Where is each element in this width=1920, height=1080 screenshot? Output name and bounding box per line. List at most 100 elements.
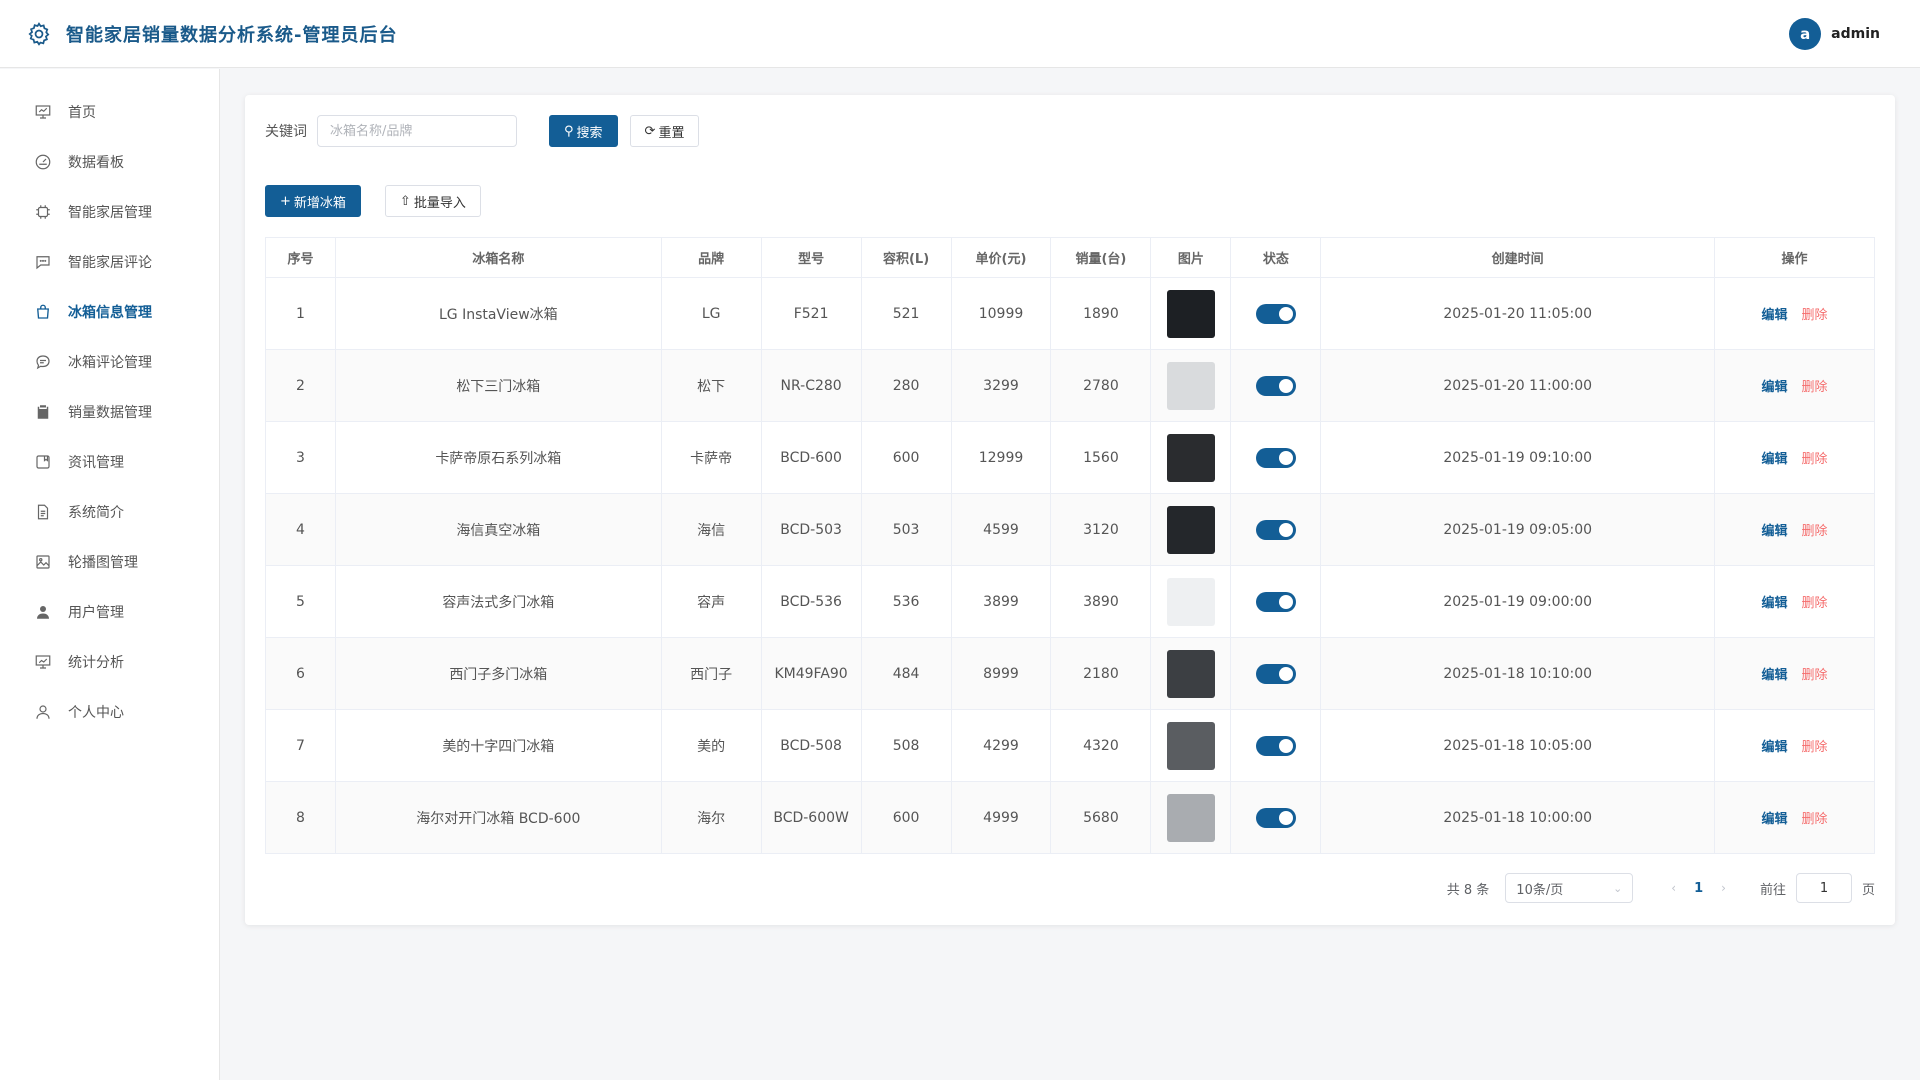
cell-brand: 海尔 bbox=[660, 781, 762, 854]
gauge-icon bbox=[34, 153, 52, 171]
cell-status bbox=[1230, 421, 1322, 494]
reset-button[interactable]: ⟳ 重置 bbox=[629, 115, 700, 147]
fridge-thumbnail[interactable] bbox=[1166, 505, 1215, 554]
sidebar-item-8[interactable]: 系统简介 bbox=[0, 487, 219, 537]
add-fridge-button[interactable]: + 新增冰箱 bbox=[265, 185, 361, 217]
edit-button[interactable]: 编辑 bbox=[1762, 740, 1788, 755]
sidebar-item-label: 冰箱信息管理 bbox=[68, 305, 152, 321]
cell-sales: 2180 bbox=[1050, 637, 1152, 710]
status-toggle[interactable] bbox=[1255, 591, 1296, 612]
user-menu[interactable]: a admin bbox=[1789, 18, 1880, 50]
edit-button[interactable]: 编辑 bbox=[1762, 524, 1788, 539]
status-toggle[interactable] bbox=[1255, 735, 1296, 756]
fridge-thumbnail[interactable] bbox=[1166, 649, 1215, 698]
main-card: 关键词 ⚲ 搜索 ⟳ 重置 + 新增冰箱 ⇧ 批量导入 序号冰箱名称品牌型号容积… bbox=[245, 95, 1895, 925]
reset-button-label: 重置 bbox=[658, 125, 685, 141]
sidebar-item-3[interactable]: 智能家居评论 bbox=[0, 237, 219, 287]
cell-volume: 503 bbox=[860, 493, 952, 566]
cell-brand: 松下 bbox=[660, 349, 762, 422]
fridge-thumbnail[interactable] bbox=[1166, 577, 1215, 626]
sidebar-item-11[interactable]: 统计分析 bbox=[0, 637, 219, 687]
cell-image bbox=[1150, 565, 1232, 638]
sidebar-item-10[interactable]: 用户管理 bbox=[0, 587, 219, 637]
bag-icon bbox=[34, 303, 52, 321]
cell-name: LG InstaView冰箱 bbox=[334, 277, 662, 350]
sidebar-item-6[interactable]: 销量数据管理 bbox=[0, 387, 219, 437]
delete-button[interactable]: 删除 bbox=[1802, 668, 1828, 683]
avatar[interactable]: a bbox=[1789, 18, 1822, 50]
cell-sales: 3890 bbox=[1050, 565, 1152, 638]
status-toggle[interactable] bbox=[1255, 375, 1296, 396]
delete-button[interactable]: 删除 bbox=[1802, 452, 1828, 467]
edit-button[interactable]: 编辑 bbox=[1762, 380, 1788, 395]
cell-no: 6 bbox=[265, 637, 336, 710]
cell-model: KM49FA90 bbox=[760, 637, 862, 710]
sidebar-item-5[interactable]: 冰箱评论管理 bbox=[0, 337, 219, 387]
edit-button[interactable]: 编辑 bbox=[1762, 452, 1788, 467]
fridge-thumbnail[interactable] bbox=[1166, 793, 1215, 842]
sidebar-item-0[interactable]: 首页 bbox=[0, 87, 219, 137]
table-row: 2 松下三门冰箱 松下 NR-C280 280 3299 2780 2025-01-20 11… bbox=[265, 349, 1875, 422]
page-number-current[interactable]: 1 bbox=[1694, 881, 1703, 896]
search-button[interactable]: ⚲ 搜索 bbox=[549, 115, 618, 147]
fridge-thumbnail[interactable] bbox=[1166, 433, 1215, 482]
fridge-thumbnail[interactable] bbox=[1166, 721, 1215, 770]
clipboard-icon bbox=[34, 403, 52, 421]
status-toggle[interactable] bbox=[1255, 303, 1296, 324]
sidebar-item-label: 首页 bbox=[68, 105, 96, 121]
cell-brand: 海信 bbox=[660, 493, 762, 566]
cell-name: 卡萨帝原石系列冰箱 bbox=[334, 421, 662, 494]
chat-icon bbox=[34, 253, 52, 271]
edit-button[interactable]: 编辑 bbox=[1762, 308, 1788, 323]
delete-button[interactable]: 删除 bbox=[1802, 380, 1828, 395]
next-page-icon[interactable]: › bbox=[1721, 881, 1726, 895]
username[interactable]: admin bbox=[1831, 26, 1880, 42]
cell-created: 2025-01-18 10:10:00 bbox=[1320, 637, 1716, 710]
chip-icon bbox=[34, 203, 52, 221]
gear-icon bbox=[28, 21, 50, 46]
fridge-thumbnail[interactable] bbox=[1166, 361, 1215, 410]
delete-button[interactable]: 删除 bbox=[1802, 812, 1828, 827]
goto-page-input[interactable] bbox=[1795, 873, 1852, 903]
sidebar-item-label: 资讯管理 bbox=[68, 455, 124, 471]
cell-no: 2 bbox=[265, 349, 336, 422]
column-header: 单价(元) bbox=[950, 237, 1052, 278]
edit-button[interactable]: 编辑 bbox=[1762, 668, 1788, 683]
status-toggle[interactable] bbox=[1255, 447, 1296, 468]
plus-icon: + bbox=[280, 193, 291, 209]
add-fridge-label: 新增冰箱 bbox=[293, 195, 346, 211]
page-size-value: 10条/页 bbox=[1516, 882, 1564, 898]
cell-status bbox=[1230, 349, 1322, 422]
edit-button[interactable]: 编辑 bbox=[1762, 596, 1788, 611]
user-filled-icon bbox=[34, 603, 52, 621]
status-toggle[interactable] bbox=[1255, 807, 1296, 828]
sidebar-item-9[interactable]: 轮播图管理 bbox=[0, 537, 219, 587]
sidebar-item-7[interactable]: 资讯管理 bbox=[0, 437, 219, 487]
sidebar-item-4[interactable]: 冰箱信息管理 bbox=[0, 287, 219, 337]
status-toggle[interactable] bbox=[1255, 663, 1296, 684]
table-row: 8 海尔对开门冰箱 BCD-600 海尔 BCD-600W 600 4999 5680 202… bbox=[265, 781, 1875, 854]
delete-button[interactable]: 删除 bbox=[1802, 596, 1828, 611]
cell-no: 3 bbox=[265, 421, 336, 494]
cell-volume: 600 bbox=[860, 421, 952, 494]
cell-created: 2025-01-20 11:00:00 bbox=[1320, 349, 1716, 422]
sidebar-item-2[interactable]: 智能家居管理 bbox=[0, 187, 219, 237]
edit-button[interactable]: 编辑 bbox=[1762, 812, 1788, 827]
fridge-thumbnail[interactable] bbox=[1166, 289, 1215, 338]
cell-model: BCD-536 bbox=[760, 565, 862, 638]
prev-page-icon[interactable]: ‹ bbox=[1671, 881, 1676, 895]
cell-image bbox=[1150, 277, 1232, 350]
delete-button[interactable]: 删除 bbox=[1802, 308, 1828, 323]
status-toggle[interactable] bbox=[1255, 519, 1296, 540]
sidebar-item-1[interactable]: 数据看板 bbox=[0, 137, 219, 187]
cell-image bbox=[1150, 493, 1232, 566]
batch-import-button[interactable]: ⇧ 批量导入 bbox=[384, 185, 481, 217]
sidebar-item-12[interactable]: 个人中心 bbox=[0, 687, 219, 737]
page-size-select[interactable]: 10条/页 ⌄ bbox=[1505, 873, 1634, 903]
cell-no: 4 bbox=[265, 493, 336, 566]
cell-model: NR-C280 bbox=[760, 349, 862, 422]
delete-button[interactable]: 删除 bbox=[1802, 524, 1828, 539]
keyword-input[interactable] bbox=[317, 115, 517, 147]
delete-button[interactable]: 删除 bbox=[1802, 740, 1828, 755]
sidebar-item-label: 智能家居管理 bbox=[68, 205, 152, 221]
